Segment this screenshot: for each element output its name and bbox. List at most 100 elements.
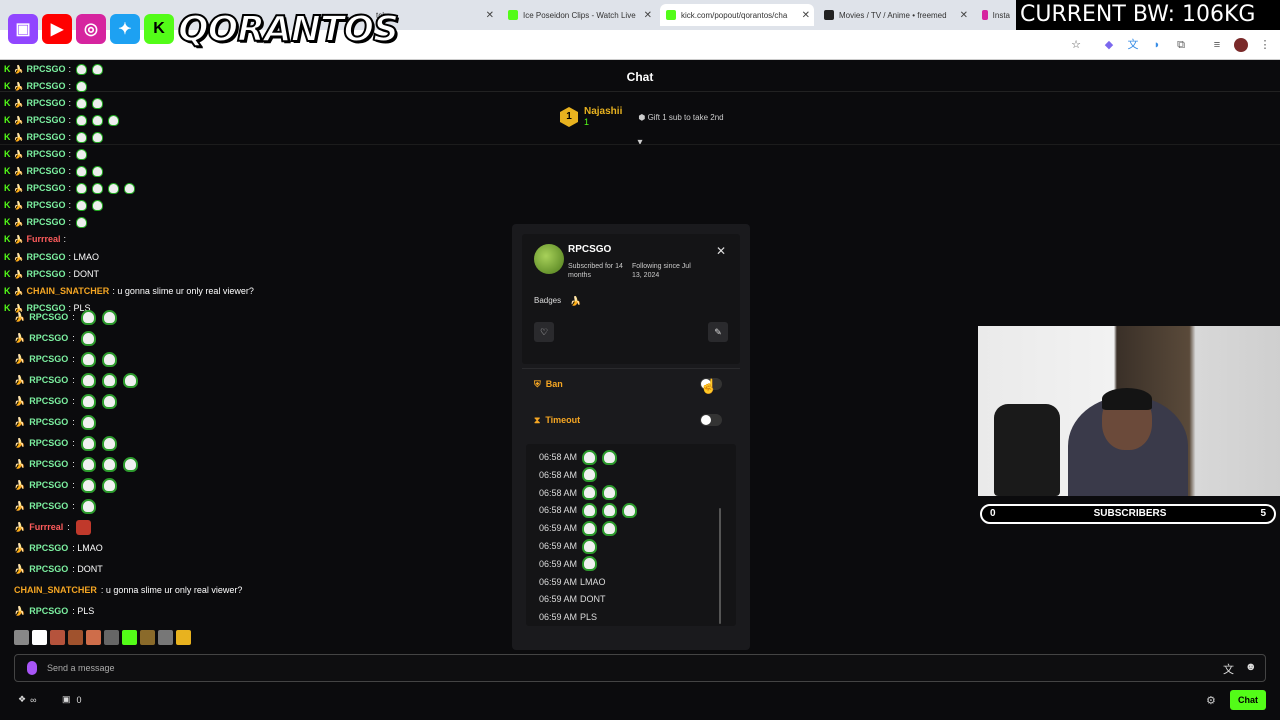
chat-message[interactable]: 🍌 RPCSGO:	[14, 455, 138, 473]
logo-text: QORANTOS	[177, 8, 400, 51]
overlay-chat-line: K 🍌 RPCSGO:	[4, 130, 103, 144]
emote[interactable]	[86, 630, 101, 645]
kick-icon	[666, 10, 676, 20]
chat-username[interactable]: RPCSGO	[29, 564, 68, 574]
extension-icon[interactable]: ◗	[1150, 38, 1164, 52]
chat-username[interactable]: RPCSGO	[29, 501, 68, 511]
ban-row[interactable]: ⛨ Ban	[534, 374, 563, 394]
translate-icon[interactable]: 文	[1126, 38, 1140, 52]
chat-username[interactable]: RPCSGO	[29, 354, 68, 364]
emote	[80, 498, 96, 514]
emote[interactable]	[14, 630, 29, 645]
chat-username[interactable]: Furrreal	[29, 522, 63, 532]
timeout-toggle[interactable]	[700, 414, 722, 426]
emote[interactable]	[68, 630, 83, 645]
emote[interactable]	[122, 630, 137, 645]
emote[interactable]	[176, 630, 191, 645]
points-display[interactable]: ❖ ∞	[18, 694, 37, 705]
translate-icon[interactable]: 文	[1223, 661, 1234, 677]
browser-tab-active[interactable]: kick.com/popout/qorantos/cha ✕	[660, 4, 814, 26]
emote	[76, 80, 87, 92]
emote[interactable]	[50, 630, 65, 645]
chat-message[interactable]: 🍌 RPCSGO: PLS	[14, 602, 94, 620]
chat-message[interactable]: 🍌 RPCSGO: LMAO	[14, 539, 103, 557]
sidebar-icon[interactable]: ≡	[1210, 38, 1224, 52]
emote[interactable]	[32, 630, 47, 645]
close-icon[interactable]: ✕	[716, 244, 726, 258]
close-icon[interactable]: ✕	[486, 10, 494, 21]
emote[interactable]	[104, 630, 119, 645]
overlay-message-text: :	[68, 98, 71, 108]
extension-icon[interactable]: ◆	[1102, 38, 1116, 52]
overlay-message-text: :	[68, 166, 71, 176]
chat-username[interactable]: RPCSGO	[29, 417, 68, 427]
banana-badge-icon: 🍌	[13, 64, 24, 74]
user-log-entry: 06:59 AM DONT	[539, 590, 606, 608]
chat-username[interactable]: RPCSGO	[29, 459, 68, 469]
gear-icon[interactable]: ⚙	[1206, 694, 1216, 707]
emote[interactable]	[158, 630, 173, 645]
chat-username[interactable]: CHAIN_SNATCHER	[14, 585, 97, 595]
user-message-log: 06:58 AM 06:58 AM 06:58 AM 06:58 AM 06:59 AM…	[526, 444, 736, 626]
stream-logo: ▣ ▶ ◎ ✦ K QORANTOS	[8, 6, 400, 52]
chat-username[interactable]: RPCSGO	[29, 438, 68, 448]
emote[interactable]	[140, 630, 155, 645]
menu-icon[interactable]: ⋮	[1258, 38, 1272, 52]
chat-username[interactable]: RPCSGO	[29, 333, 68, 343]
close-icon[interactable]: ✕	[644, 10, 652, 21]
scrollbar[interactable]	[719, 508, 721, 624]
chat-message[interactable]: 🍌 RPCSGO:	[14, 476, 117, 494]
browser-tab[interactable]: Insta	[976, 4, 1016, 26]
timeout-row[interactable]: ⧗ Timeout	[534, 410, 580, 430]
avatar[interactable]	[1234, 38, 1248, 52]
sub-goal-end: 5	[1260, 508, 1266, 519]
chat-message[interactable]: 🍌 RPCSGO:	[14, 329, 96, 347]
log-timestamp: 06:59 AM	[539, 523, 578, 534]
chat-message[interactable]: 🍌 RPCSGO:	[14, 371, 138, 389]
chat-message[interactable]: 🍌 RPCSGO:	[14, 413, 96, 431]
chat-username[interactable]: RPCSGO	[29, 606, 68, 616]
mute-icon[interactable]: ✎	[708, 322, 728, 342]
gift-sub-prompt[interactable]: ⬢ Gift 1 sub to take 2nd	[638, 113, 723, 122]
chat-username[interactable]: RPCSGO	[29, 480, 68, 490]
chat-username[interactable]: RPCSGO	[29, 312, 68, 322]
chat-message[interactable]: 🍌 Furrreal:	[14, 518, 91, 536]
send-chat-button[interactable]: Chat	[1230, 690, 1266, 710]
chat-message[interactable]: 🍌 RPCSGO:	[14, 497, 96, 515]
chat-input-box[interactable]: 文 ☻	[14, 654, 1266, 682]
chat-message-input[interactable]	[47, 659, 1197, 677]
emote	[582, 520, 598, 536]
chat-message[interactable]: 🍌 RPCSGO:	[14, 308, 117, 326]
user-log-entry: 06:59 AM	[539, 555, 598, 573]
close-icon[interactable]: ✕	[802, 10, 810, 21]
user-card-username[interactable]: RPCSGO	[568, 244, 611, 255]
chat-message[interactable]: 🍌 RPCSGO:	[14, 392, 117, 410]
star-icon[interactable]: ☆	[1069, 38, 1083, 52]
chat-message[interactable]: 🍌 RPCSGO:	[14, 350, 117, 368]
log-text: LMAO	[580, 576, 606, 587]
kick-icon: K	[4, 286, 11, 296]
chat-message-text: :	[72, 459, 75, 469]
emoji-icon[interactable]: ☻	[1245, 661, 1257, 673]
puzzle-icon[interactable]: ⧉	[1174, 38, 1188, 52]
user-log-entry: 06:59 AM	[539, 519, 618, 537]
microphone-icon[interactable]	[27, 661, 37, 675]
gift-count: 1	[584, 117, 590, 127]
pinned-gifter[interactable]: 1 Najashii 1 ⬢ Gift 1 sub to take 2nd	[560, 100, 724, 134]
browser-tab[interactable]: Movies / TV / Anime • freemed ✕	[818, 4, 972, 26]
chat-username[interactable]: RPCSGO	[29, 543, 68, 553]
collapse-icon[interactable]: ▾	[634, 138, 646, 148]
heart-icon[interactable]: ♡	[534, 322, 554, 342]
chat-message[interactable]: 🍌 RPCSGO: DONT	[14, 560, 103, 578]
chat-message[interactable]: 🍌 RPCSGO:	[14, 434, 117, 452]
chat-username[interactable]: RPCSGO	[29, 375, 68, 385]
streamer-headset	[1102, 388, 1152, 410]
chat-message[interactable]: CHAIN_SNATCHER: u gonna slime ur only re…	[14, 581, 242, 599]
overlay-chat-line: K 🍌 RPCSGO:	[4, 164, 103, 178]
emote	[122, 372, 138, 388]
emote	[92, 199, 103, 211]
overlay-username: Furrreal	[26, 234, 61, 244]
close-icon[interactable]: ✕	[960, 10, 968, 21]
chat-username[interactable]: RPCSGO	[29, 396, 68, 406]
browser-tab[interactable]: Ice Poseidon Clips - Watch Live ✕	[502, 4, 656, 26]
